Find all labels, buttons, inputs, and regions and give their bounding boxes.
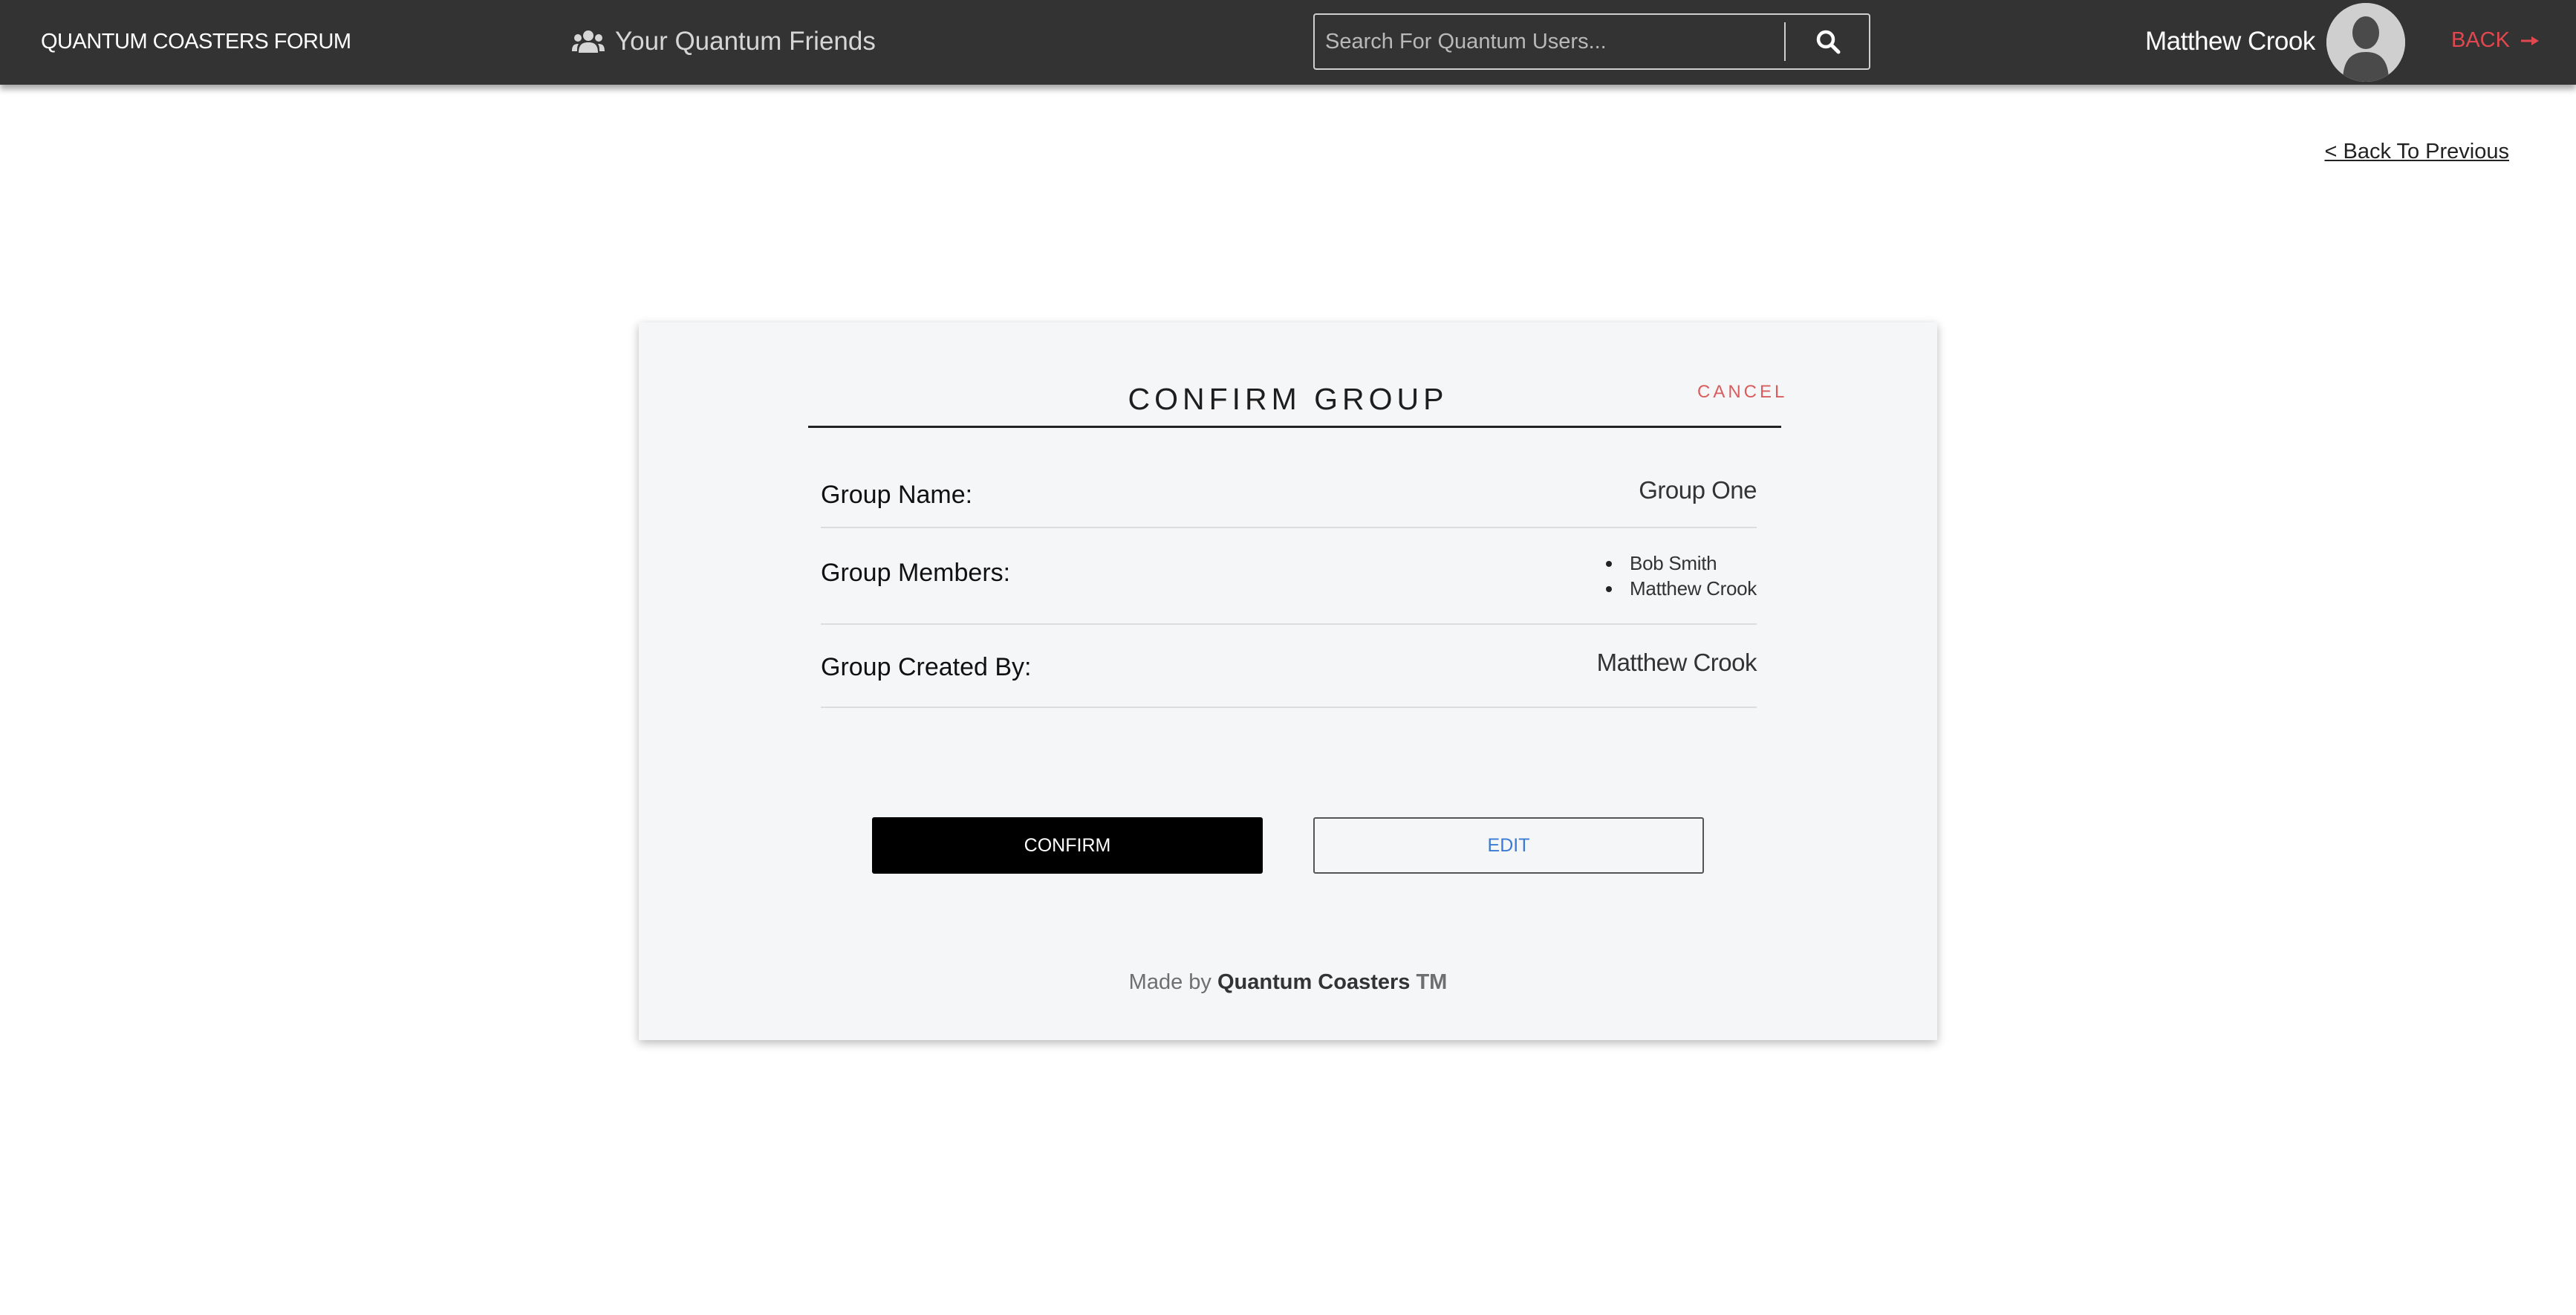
title-divider	[808, 426, 1781, 428]
brand-title[interactable]: QUANTUM COASTERS FORUM	[41, 28, 351, 55]
users-icon	[572, 30, 605, 53]
search-box	[1313, 13, 1870, 70]
confirm-button[interactable]: CONFIRM	[872, 817, 1263, 874]
search-input[interactable]	[1315, 15, 1784, 68]
back-to-previous-link[interactable]: < Back To Previous	[2324, 140, 2509, 164]
search-icon	[1816, 30, 1841, 54]
current-user-name[interactable]: Matthew Crook	[2145, 25, 2315, 58]
group-name-value: Group One	[1639, 476, 1757, 504]
group-created-by-row: Group Created By: Matthew Crook	[821, 625, 1757, 708]
edit-button[interactable]: EDIT	[1313, 817, 1704, 874]
search-divider	[1784, 22, 1786, 61]
footer-brand: Quantum Coasters	[1217, 970, 1411, 994]
group-members-label: Group Members:	[821, 559, 1011, 587]
avatar[interactable]	[2326, 3, 2405, 82]
search-button[interactable]	[1787, 15, 1869, 68]
group-created-by-label: Group Created By:	[821, 653, 1032, 681]
friends-nav-label: Your Quantum Friends	[615, 27, 876, 56]
footer-prefix: Made by	[1128, 970, 1211, 994]
back-nav-label: BACK	[2451, 28, 2510, 52]
group-created-by-value: Matthew Crook	[1596, 649, 1757, 676]
friends-nav-link[interactable]: Your Quantum Friends	[572, 25, 876, 58]
user-silhouette-icon	[2326, 3, 2405, 82]
footer-credit: Made by Quantum Coasters TM	[639, 970, 1937, 995]
list-item: Matthew Crook	[1604, 576, 1757, 601]
group-members-row: Group Members: Bob Smith Matthew Crook	[821, 528, 1757, 625]
group-name-label: Group Name:	[821, 481, 973, 509]
group-name-row: Group Name: Group One	[821, 460, 1757, 528]
confirm-group-card: CONFIRM GROUP CANCEL Group Name: Group O…	[639, 322, 1937, 1040]
arrow-right-icon	[2520, 36, 2539, 45]
list-item: Bob Smith	[1604, 551, 1757, 576]
footer-trademark: TM	[1416, 970, 1448, 994]
group-members-list: Bob Smith Matthew Crook	[1604, 551, 1757, 601]
top-navbar: QUANTUM COASTERS FORUM Your Quantum Frie…	[0, 0, 2576, 85]
back-nav-link[interactable]: BACK	[2451, 28, 2540, 53]
cancel-link[interactable]: CANCEL	[1697, 382, 1787, 403]
